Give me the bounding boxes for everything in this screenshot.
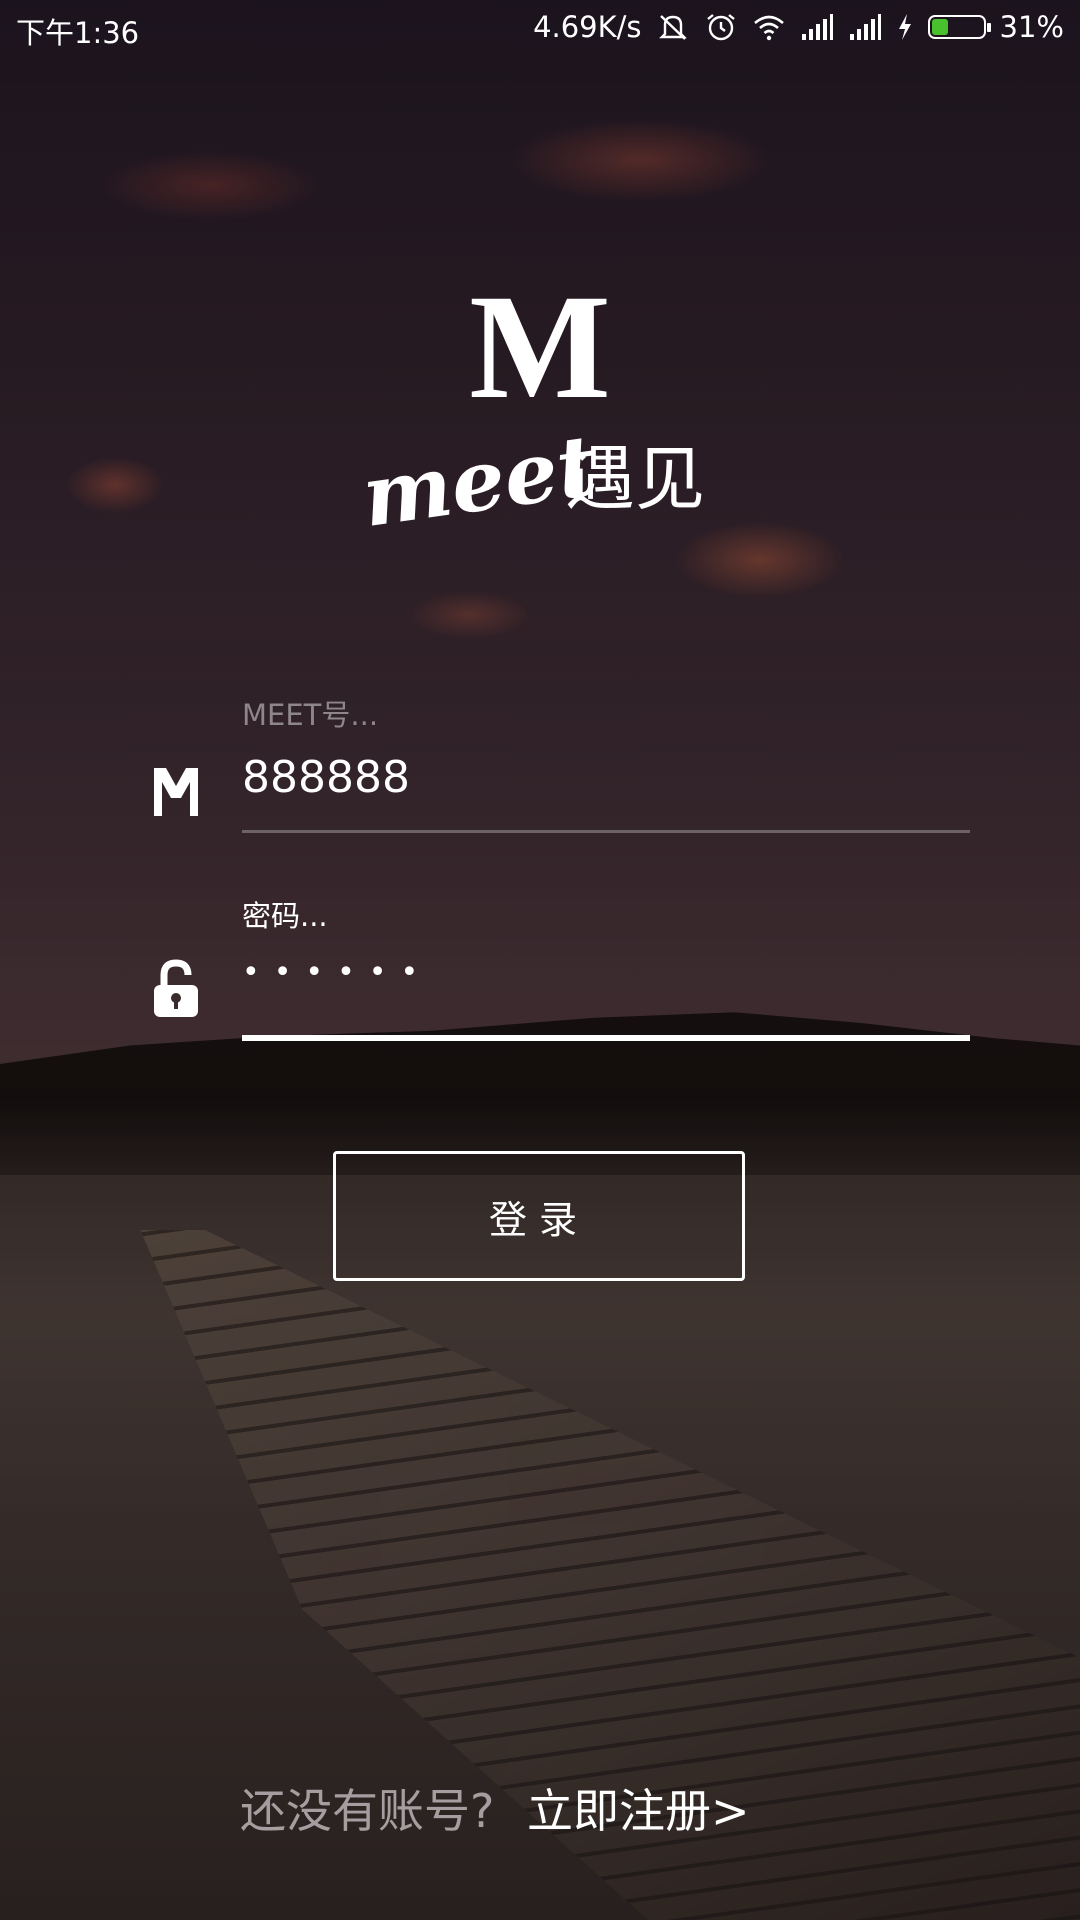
register-row: 还没有账号? 立即注册> — [240, 1775, 750, 1841]
battery-icon — [927, 15, 991, 39]
mute-icon — [658, 15, 687, 40]
battery-percent: 31% — [999, 10, 1064, 44]
meet-logo-mark: M meet 遇见 — [356, 264, 705, 546]
password-input[interactable]: •••••• — [242, 955, 432, 990]
alarm-icon — [706, 14, 735, 41]
account-underline — [242, 830, 970, 833]
register-link[interactable]: 立即注册> — [527, 1784, 750, 1838]
battery-level — [931, 19, 948, 35]
login-button[interactable]: 登录 — [333, 1151, 745, 1281]
logo-letter: M — [469, 285, 611, 430]
password-field[interactable]: 密码... •••••• — [130, 885, 970, 1045]
status-time: 下午1:36 — [16, 16, 140, 50]
account-label: MEET号... — [242, 698, 379, 732]
register-prompt: 还没有账号? — [240, 1784, 495, 1838]
login-button-label: 登录 — [488, 1197, 589, 1242]
logo-chinese: 遇见 — [565, 438, 705, 520]
login-screen: 下午1:36 4.69K/s 31% M meet 遇见 MEET号... 88… — [0, 0, 1080, 1920]
status-bar: 下午1:36 4.69K/s 31% — [0, 0, 1080, 56]
network-speed: 4.69K/s — [533, 10, 642, 44]
unlock-icon — [154, 959, 198, 1017]
wifi-icon — [753, 15, 784, 41]
account-input[interactable]: 888888 — [242, 752, 410, 803]
password-underline — [242, 1035, 970, 1041]
signal-icon — [801, 14, 833, 40]
signal-icon — [849, 14, 881, 40]
charging-icon — [898, 14, 911, 40]
m-logo-icon — [154, 768, 198, 816]
app-logo: M meet 遇见 — [356, 264, 720, 546]
account-field[interactable]: MEET号... 888888 — [130, 680, 970, 840]
status-icons: 4.69K/s 31% — [533, 10, 1064, 44]
password-label: 密码... — [242, 899, 328, 933]
